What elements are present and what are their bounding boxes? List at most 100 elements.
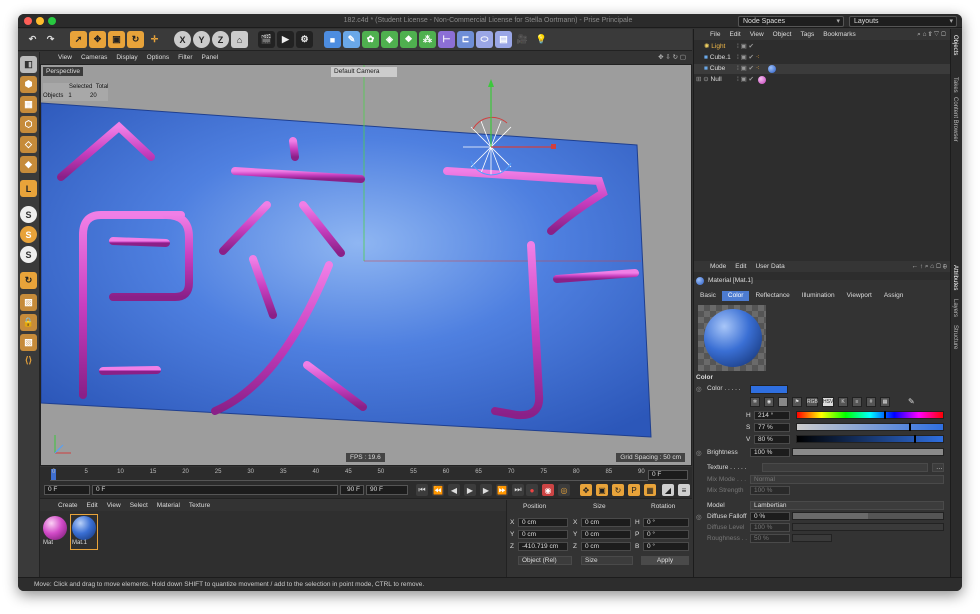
record-rotation-icon[interactable]: ↻ <box>612 484 624 496</box>
material-menu-create[interactable]: Create <box>58 500 78 511</box>
expand-icon[interactable]: ⊞ <box>696 76 701 83</box>
attr-menu-user-data[interactable]: User Data <box>755 261 784 272</box>
x-axis-lock-icon[interactable]: X <box>174 31 191 48</box>
s-field[interactable]: 77 % <box>754 423 790 432</box>
environment-icon[interactable]: ⬭ <box>476 31 493 48</box>
quantize-icon[interactable]: ⟨⟩ <box>20 352 37 369</box>
locked-workplane-icon[interactable]: 🔒 <box>20 314 37 331</box>
animate-dot-icon[interactable]: ◎ <box>696 385 702 393</box>
points-mode-icon[interactable]: ⬡ <box>20 116 37 133</box>
bookmark-icon[interactable]: ⚑ <box>792 397 802 407</box>
viewport-menu-view[interactable]: View <box>58 52 72 63</box>
side-tab-takes[interactable]: Takes <box>952 77 958 93</box>
texture-browse-button[interactable]: … <box>932 463 944 472</box>
record-position-icon[interactable]: ✥ <box>580 484 592 496</box>
go-to-end-icon[interactable]: ⏭ <box>512 484 524 496</box>
y-axis-lock-icon[interactable]: Y <box>193 31 210 48</box>
diffuse-falloff-field[interactable]: 0 % <box>750 512 790 521</box>
autokey-icon[interactable]: ◉ <box>542 484 554 496</box>
tab-assign[interactable]: Assign <box>878 291 910 301</box>
mixer-mode-button[interactable]: ≡ <box>852 397 862 407</box>
diffuse-falloff-slider[interactable] <box>792 512 944 520</box>
redo-icon[interactable]: ↷ <box>42 31 59 48</box>
rot-h-field[interactable]: 0 ° <box>643 518 689 527</box>
side-tab-structure[interactable]: Structure <box>952 325 958 349</box>
next-key-icon[interactable]: ⏩ <box>496 484 508 496</box>
visibility-dots-icon[interactable]: ⁞ ▣ ✔ ⁖ <box>737 53 760 63</box>
floor-icon[interactable]: ▤ <box>495 31 512 48</box>
tab-reflectance[interactable]: Reflectance <box>749 291 795 301</box>
texture-mode-icon[interactable]: ▦ <box>20 96 37 113</box>
size-x-field[interactable]: 0 cm <box>581 518 631 527</box>
camera-icon[interactable]: 🎥 <box>514 31 531 48</box>
go-to-start-icon[interactable]: ⏮ <box>416 484 428 496</box>
brightness-field[interactable]: 100 % <box>750 448 790 457</box>
select-tool-icon[interactable]: ➚ <box>70 31 87 48</box>
keyframe-selection-icon[interactable]: ◎ <box>558 484 570 496</box>
workplane-icon[interactable]: ▨ <box>20 294 37 311</box>
bend-deformer-icon[interactable]: ⊢ <box>438 31 455 48</box>
roughness-field[interactable]: 50 % <box>750 534 790 543</box>
tab-viewport[interactable]: Viewport <box>841 291 878 301</box>
color-swatch[interactable] <box>750 385 788 394</box>
material-menu-edit[interactable]: Edit <box>87 500 98 511</box>
material-menu-select[interactable]: Select <box>130 500 148 511</box>
max-frame-field[interactable]: 90 F <box>366 485 408 495</box>
coordinate-mode-dropdown[interactable]: Object (Rel) <box>518 556 572 565</box>
model-mode-icon[interactable]: ⬢ <box>20 76 37 93</box>
light-icon[interactable]: 💡 <box>533 31 550 48</box>
polygons-mode-icon[interactable]: ◆ <box>20 156 37 173</box>
brightness-slider[interactable] <box>792 448 944 456</box>
timeline-menu-icon[interactable]: ≡ <box>678 484 690 496</box>
previous-frame-icon[interactable]: ◀ <box>448 484 460 496</box>
record-parameter-icon[interactable]: P <box>628 484 640 496</box>
attr-menu-edit[interactable]: Edit <box>735 261 746 272</box>
hsv-mode-button[interactable]: HSV <box>822 397 834 407</box>
tab-basic[interactable]: Basic <box>694 291 722 301</box>
material-preview[interactable] <box>698 305 766 371</box>
pos-y-field[interactable]: 0 cm <box>518 530 568 539</box>
viewport-menu-cameras[interactable]: Cameras <box>81 52 107 63</box>
pos-x-field[interactable]: 0 cm <box>518 518 568 527</box>
side-tab-layers[interactable]: Layers <box>952 299 958 317</box>
diffuse-level-slider[interactable] <box>792 523 944 531</box>
material-swatch-mat1[interactable]: Mat.1 <box>70 514 98 550</box>
side-tab-attributes[interactable]: Attributes <box>952 265 958 290</box>
color-wheel-icon[interactable]: ✲ <box>750 397 760 407</box>
rgb-mode-button[interactable]: RGB <box>806 397 818 407</box>
material-swatch-mat[interactable]: Mat <box>43 516 69 548</box>
viewport-menu-options[interactable]: Options <box>147 52 169 63</box>
planar-workplane-icon[interactable]: ▧ <box>20 334 37 351</box>
rotate-tool-icon[interactable]: ↻ <box>127 31 144 48</box>
camera-dropdown[interactable]: Default Camera <box>331 67 397 77</box>
size-mode-dropdown[interactable]: Size <box>581 556 633 565</box>
eyedropper-icon[interactable]: ✎ <box>908 397 915 407</box>
object-menu-view[interactable]: View <box>750 29 764 40</box>
next-frame-icon[interactable]: ▶ <box>480 484 492 496</box>
play-icon[interactable]: ▶ <box>464 484 476 496</box>
timeline-ruler[interactable]: 0 5 10 15 20 25 30 35 40 45 50 55 60 65 70 75 80 85 90 <box>50 469 648 481</box>
render-picture-viewer-icon[interactable]: ▶ <box>277 31 294 48</box>
rot-b-field[interactable]: 0 ° <box>643 542 689 551</box>
visibility-dots-icon[interactable]: ⁞ ▣ ✔ <box>737 42 754 52</box>
render-view-icon[interactable]: 🎬 <box>258 31 275 48</box>
record-point-level-icon[interactable]: ▦ <box>644 484 656 496</box>
move-tool-icon[interactable]: ✥ <box>89 31 106 48</box>
viewport-menu-display[interactable]: Display <box>116 52 137 63</box>
mix-mode-dropdown[interactable]: Normal <box>750 475 944 484</box>
apply-button[interactable]: Apply <box>641 556 689 565</box>
make-editable-icon[interactable]: ◧ <box>20 56 37 73</box>
saturation-slider[interactable] <box>796 423 944 431</box>
axis-mode-icon[interactable]: L <box>20 180 37 197</box>
current-frame-field[interactable]: 0 F <box>92 485 338 495</box>
visibility-dots-icon[interactable]: ⁞ ▣ ✔ ⁖ <box>737 64 760 74</box>
pen-spline-icon[interactable]: ✎ <box>343 31 360 48</box>
tab-illumination[interactable]: Illumination <box>796 291 841 301</box>
object-manager-tools-icon[interactable]: ⌕ ⌂ ⇧ ▽ ▢ <box>917 29 946 40</box>
viewport-menu-filter[interactable]: Filter <box>178 52 192 63</box>
coordinate-system-icon[interactable]: ⌂ <box>231 31 248 48</box>
pos-z-field[interactable]: -410.719 cm <box>518 542 568 551</box>
v-field[interactable]: 80 % <box>754 435 790 444</box>
mix-strength-field[interactable]: 100 % <box>750 486 790 495</box>
object-menu-tags[interactable]: Tags <box>800 29 814 40</box>
